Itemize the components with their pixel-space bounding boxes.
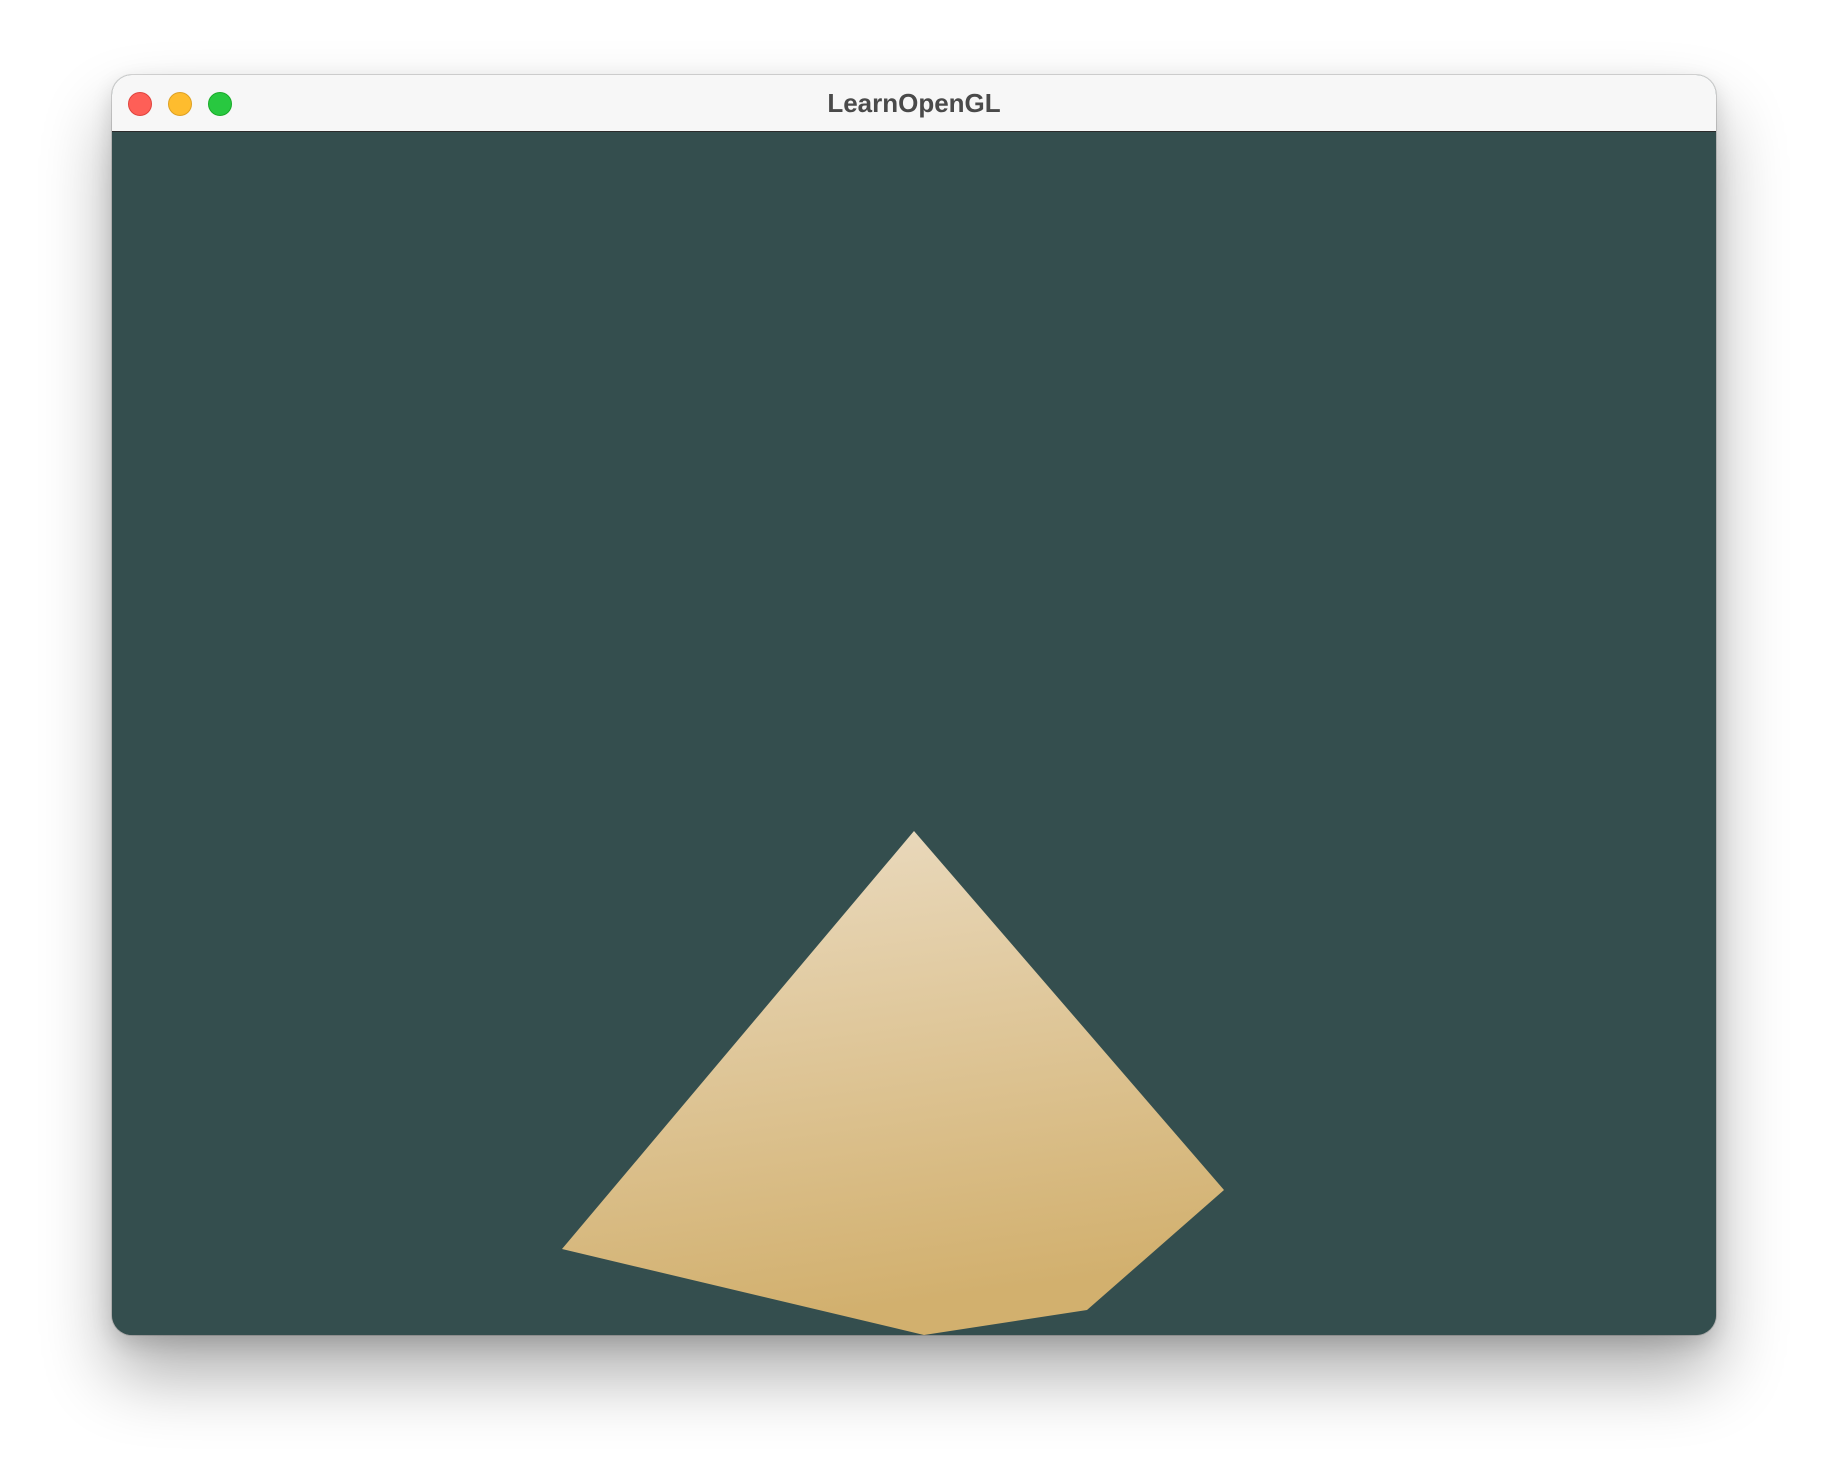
- opengl-viewport[interactable]: [112, 132, 1716, 1335]
- title-bar[interactable]: LearnOpenGL: [112, 75, 1716, 132]
- app-window: LearnOpenGL: [112, 75, 1716, 1335]
- window-title: LearnOpenGL: [827, 88, 1001, 118]
- render-canvas: [112, 132, 1716, 1335]
